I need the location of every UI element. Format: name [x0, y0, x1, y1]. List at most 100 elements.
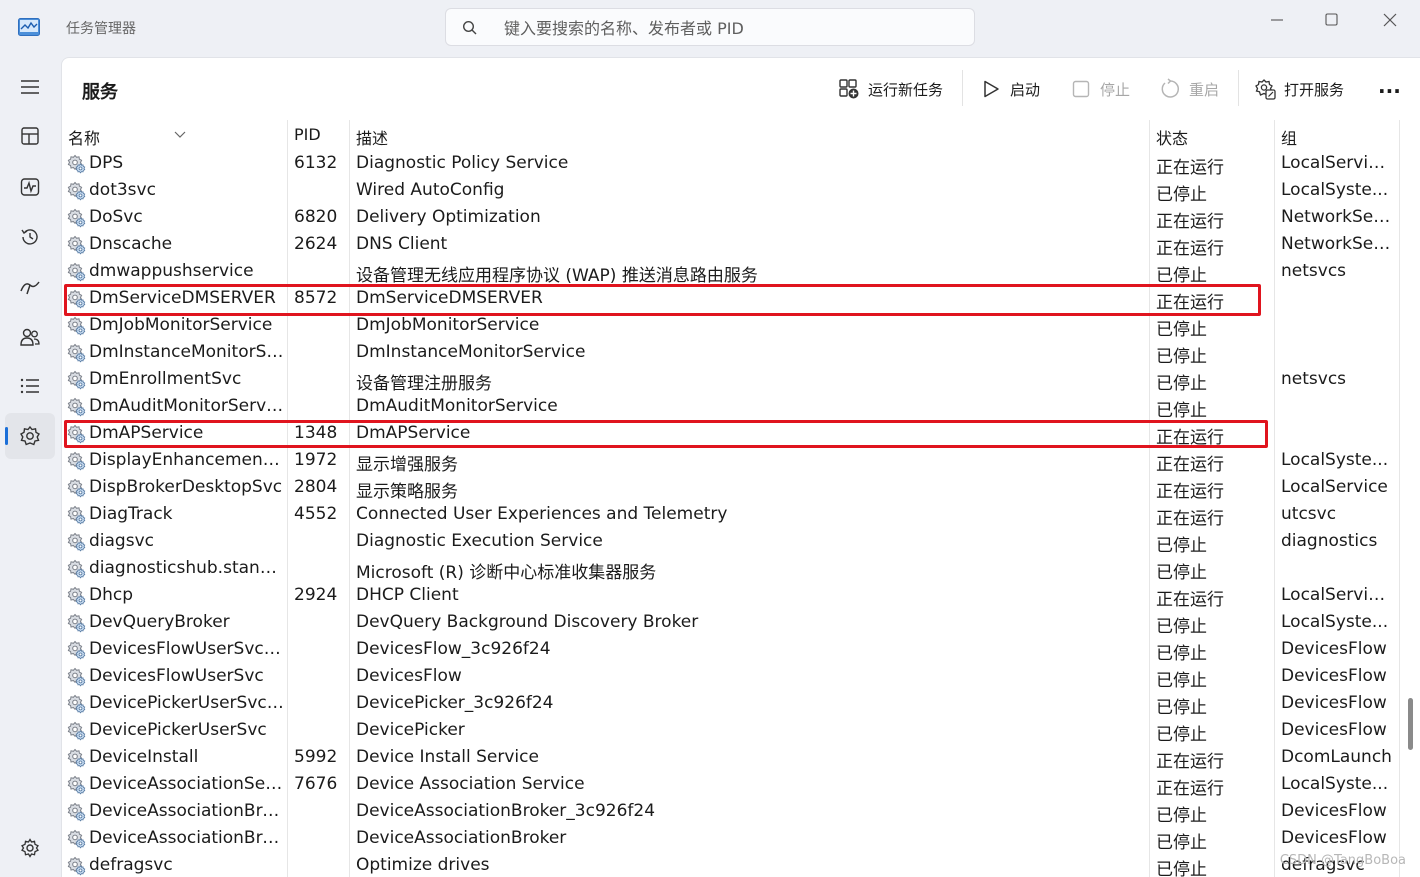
task-manager-app-icon	[18, 18, 40, 36]
vertical-scrollbar[interactable]	[1408, 698, 1413, 750]
table-row[interactable]: DmInstanceMonitorSe... DmInstanceMonitorS…	[62, 339, 1402, 367]
service-group: LocalServic...	[1281, 585, 1393, 605]
service-gear-icon	[67, 748, 87, 768]
search-box[interactable]	[445, 8, 975, 46]
service-description: Device Install Service	[356, 747, 539, 767]
column-header-description[interactable]: 描述	[356, 125, 388, 149]
nav-services[interactable]	[18, 424, 42, 448]
service-gear-icon	[67, 370, 87, 390]
service-status: 正在运行	[1156, 509, 1224, 529]
service-description: Device Association Service	[356, 774, 585, 794]
nav-users[interactable]	[18, 325, 42, 349]
close-button[interactable]	[1378, 10, 1402, 30]
service-status: 已停止	[1156, 347, 1207, 367]
table-row[interactable]: DevQueryBroker DevQuery Background Discov…	[62, 609, 1402, 637]
nav-details[interactable]	[18, 374, 42, 398]
service-group: LocalSyste...	[1281, 180, 1389, 200]
nav-processes[interactable]	[18, 124, 42, 148]
service-description: Microsoft (R) 诊断中心标准收集器服务	[356, 563, 657, 583]
service-description: 显示增强服务	[356, 455, 458, 475]
service-name: DoSvc	[89, 207, 143, 227]
table-row[interactable]: DevicesFlowUserSvc DevicesFlow 已停止 DevicesF…	[62, 663, 1402, 691]
column-header-pid[interactable]: PID	[294, 125, 321, 144]
open-services-icon	[1254, 78, 1276, 100]
table-row[interactable]: DmEnrollmentSvc 设备管理注册服务 已停止 netsvcs	[62, 366, 1402, 394]
service-name: Dhcp	[89, 585, 134, 605]
table-row[interactable]: DispBrokerDesktopSvc 2804 显示策略服务 正在运行 LocalS…	[62, 474, 1402, 502]
table-row[interactable]: DmJobMonitorService DmJobMonitorService 已停…	[62, 312, 1402, 340]
table-row[interactable]: DiagTrack 4552 Connected User Experiences …	[62, 501, 1402, 529]
service-description: Optimize drives	[356, 855, 490, 875]
table-row[interactable]: dmwappushservice 设备管理无线应用程序协议 (WAP) 推送消息路…	[62, 258, 1402, 286]
service-pid: 7676	[294, 774, 338, 794]
service-description: Connected User Experiences and Telemetry	[356, 504, 728, 524]
service-gear-icon	[67, 856, 87, 876]
table-row[interactable]: DeviceInstall 5992 Device Install Service 正…	[62, 744, 1402, 772]
column-header-group[interactable]: 组	[1281, 125, 1297, 149]
service-description: DmJobMonitorService	[356, 315, 540, 335]
table-row[interactable]: DeviceAssociationSer... 7676 Device Associ…	[62, 771, 1402, 799]
service-name: defragsvc	[89, 855, 173, 875]
service-group: DevicesFlow	[1281, 720, 1387, 740]
app-title: 任务管理器	[66, 21, 136, 37]
more-options-button[interactable]: ...	[1378, 74, 1401, 98]
service-gear-icon	[67, 343, 87, 363]
open-services-button[interactable]: 打开服务	[1254, 77, 1344, 101]
table-row[interactable]: Dhcp 2924 DHCP Client 正在运行 LocalServic...	[62, 582, 1402, 610]
service-name: DispBrokerDesktopSvc	[89, 477, 283, 497]
service-group: DcomLaunch	[1281, 747, 1392, 767]
service-pid: 6132	[294, 153, 338, 173]
table-row[interactable]: DevicePickerUserSvc DevicePicker 已停止 Device…	[62, 717, 1402, 745]
table-row[interactable]: DPS 6132 Diagnostic Policy Service 正在运行 Loca…	[62, 150, 1402, 178]
nav-settings[interactable]	[18, 836, 42, 860]
service-name: DevicesFlowUserSvc_...	[89, 639, 285, 659]
nav-performance[interactable]	[18, 175, 42, 199]
column-header-name[interactable]: 名称	[68, 125, 186, 149]
column-header-status[interactable]: 状态	[1156, 125, 1188, 149]
search-input[interactable]	[502, 16, 946, 40]
service-name: DPS	[89, 153, 124, 173]
minimize-button[interactable]	[1265, 10, 1289, 30]
service-status: 已停止	[1156, 536, 1207, 556]
nav-app-history[interactable]	[18, 225, 42, 249]
table-row[interactable]: defragsvc Optimize drives 已停止 defragsvc	[62, 852, 1402, 877]
restart-button[interactable]: 重启	[1159, 77, 1219, 101]
table-row[interactable]: diagsvc Diagnostic Execution Service 已停止 di…	[62, 528, 1402, 556]
service-name: DeviceInstall	[89, 747, 199, 767]
toolbar-separator	[1238, 70, 1239, 106]
start-button[interactable]: 启动	[980, 77, 1040, 101]
service-group: netsvcs	[1281, 369, 1347, 389]
service-group: LocalServic...	[1281, 153, 1393, 173]
settings-icon	[21, 838, 39, 858]
table-row[interactable]: DevicePickerUserSvc_... DevicePicker_3c92…	[62, 690, 1402, 718]
service-gear-icon	[67, 451, 87, 471]
service-name: Dnscache	[89, 234, 173, 254]
play-icon	[980, 78, 1002, 100]
table-row[interactable]: diagnosticshub.standa... Microsoft (R) 诊断…	[62, 555, 1402, 583]
service-status: 正在运行	[1156, 239, 1224, 259]
table-row[interactable]: DmAuditMonitorServi... DmAuditMonitorServ…	[62, 393, 1402, 421]
service-description: DevicePicker	[356, 720, 465, 740]
table-row[interactable]: DeviceAssociationBro... DeviceAssociation…	[62, 825, 1402, 853]
table-row[interactable]: dot3svc Wired AutoConfig 已停止 LocalSyste...	[62, 177, 1402, 205]
nav-startup-apps[interactable]	[18, 275, 42, 299]
service-gear-icon	[67, 559, 87, 579]
service-status: 已停止	[1156, 374, 1207, 394]
table-row[interactable]: DisplayEnhancementS... 1972 显示增强服务 正在运行 Loca…	[62, 447, 1402, 475]
service-status: 正在运行	[1156, 212, 1224, 232]
service-status: 正在运行	[1156, 779, 1224, 799]
service-pid: 6820	[294, 207, 338, 227]
table-row[interactable]: DeviceAssociationBro... DeviceAssociation…	[62, 798, 1402, 826]
service-name: DevQueryBroker	[89, 612, 230, 632]
menu-button[interactable]	[18, 75, 42, 99]
run-new-task-button[interactable]: 运行新任务	[838, 77, 943, 101]
watermark: CSDN @TangBoBoa	[1279, 853, 1406, 868]
table-row[interactable]: Dnscache 2624 DNS Client 正在运行 NetworkSer...	[62, 231, 1402, 259]
table-row[interactable]: DoSvc 6820 Delivery Optimization 正在运行 Networ…	[62, 204, 1402, 232]
maximize-button[interactable]	[1319, 10, 1343, 30]
service-gear-icon	[67, 478, 87, 498]
table-row[interactable]: DevicesFlowUserSvc_... DevicesFlow_3c926f…	[62, 636, 1402, 664]
stop-button[interactable]: 停止	[1070, 77, 1130, 101]
service-pid: 4552	[294, 504, 338, 524]
service-gear-icon	[67, 505, 87, 525]
